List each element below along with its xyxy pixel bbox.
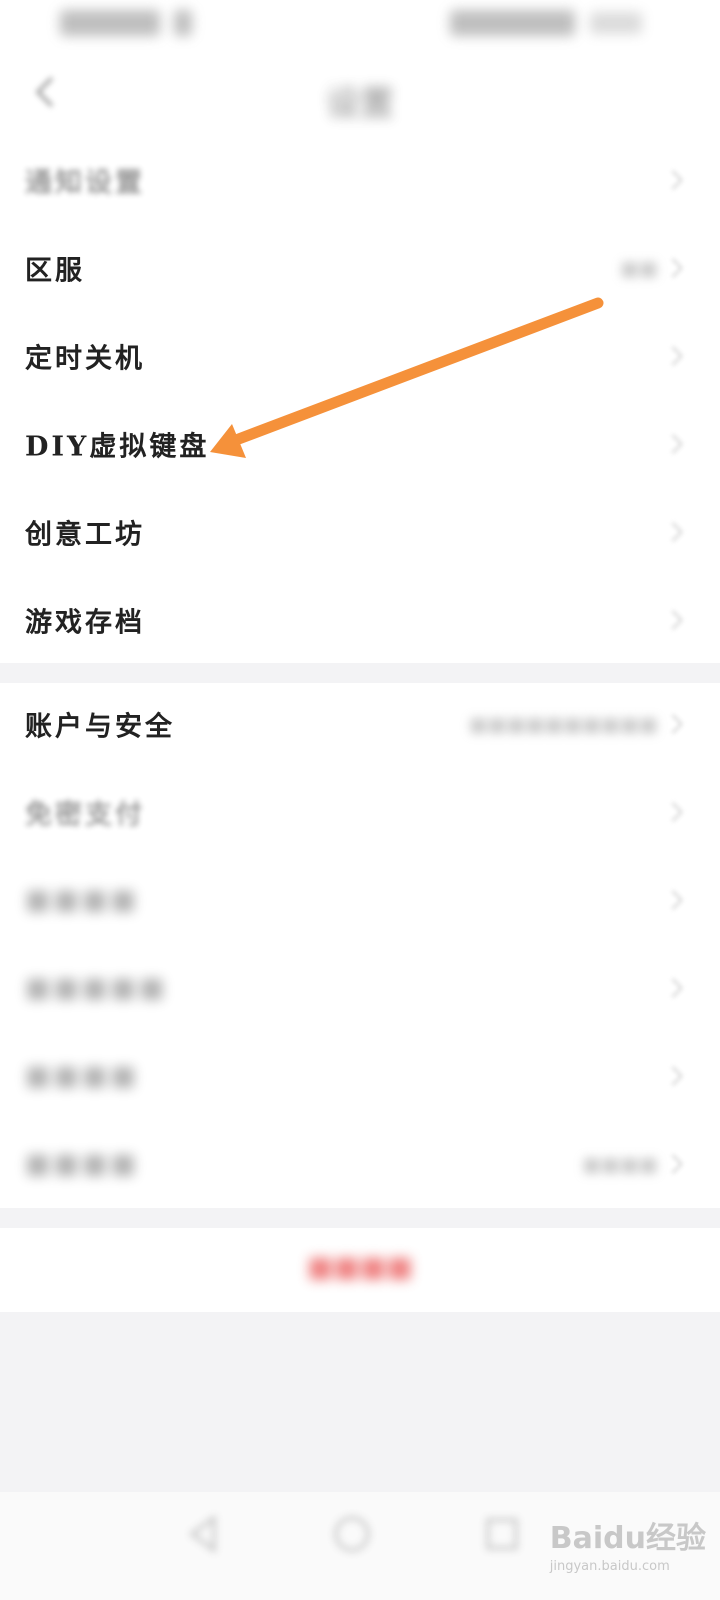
- status-right-blur: [450, 10, 575, 36]
- settings-row[interactable]: DIY虚拟键盘: [0, 400, 720, 488]
- watermark-main: Baidu经验: [549, 1521, 706, 1556]
- settings-row[interactable]: ■■■■■: [0, 944, 720, 1032]
- settings-row[interactable]: 区服 ■■: [0, 224, 720, 312]
- chevron-right-icon: [663, 978, 683, 998]
- logout-button[interactable]: ■■■■: [0, 1228, 720, 1312]
- chevron-right-icon: [663, 258, 683, 278]
- chevron-right-icon: [663, 610, 683, 630]
- chevron-right-icon: [663, 170, 683, 190]
- chevron-right-icon: [663, 346, 683, 366]
- settings-row-label: 创意工坊: [25, 519, 145, 551]
- settings-row[interactable]: 游戏存档: [0, 576, 720, 664]
- settings-row-value: ■■■■: [582, 1152, 658, 1176]
- settings-row[interactable]: 通知设置: [0, 136, 720, 224]
- settings-row-label: 游戏存档: [25, 607, 145, 639]
- header: 设置: [0, 50, 720, 140]
- settings-row-label: ■■■■: [25, 1148, 140, 1180]
- settings-row[interactable]: 创意工坊: [0, 488, 720, 576]
- section-divider-2: [0, 1208, 720, 1228]
- settings-row[interactable]: ■■■■ ■■■■: [0, 1120, 720, 1208]
- settings-row-label: ■■■■: [25, 1060, 140, 1092]
- status-right-blur-2: [590, 12, 642, 34]
- settings-row-label: 通知设置: [25, 167, 145, 199]
- nav-home-icon[interactable]: [330, 1512, 374, 1556]
- status-left-blur: [60, 10, 160, 36]
- chevron-right-icon: [663, 714, 683, 734]
- settings-row-label: ■■■■: [25, 884, 140, 916]
- settings-row-label: 免密支付: [25, 799, 145, 831]
- watermark-sub: jingyan.baidu.com: [549, 1559, 670, 1574]
- chevron-right-icon: [663, 1154, 683, 1174]
- settings-row-label: ■■■■■: [25, 972, 168, 1004]
- chevron-right-icon: [663, 1066, 683, 1086]
- chevron-right-icon: [663, 802, 683, 822]
- chevron-right-icon: [663, 890, 683, 910]
- nav-back-icon[interactable]: [182, 1512, 226, 1556]
- settings-row[interactable]: ■■■■: [0, 856, 720, 944]
- chevron-right-icon: [663, 434, 683, 454]
- settings-row-label: 定时关机: [25, 343, 145, 375]
- page-title: 设置: [326, 84, 394, 124]
- status-left-blur-2: [174, 10, 192, 36]
- system-nav-bar: Baidu经验 jingyan.baidu.com: [0, 1492, 720, 1600]
- settings-row-label: DIY虚拟键盘: [25, 431, 210, 463]
- settings-row-label: 区服: [25, 255, 85, 287]
- status-bar: [0, 0, 720, 50]
- settings-row[interactable]: 定时关机: [0, 312, 720, 400]
- logout-label: ■■■■: [307, 1250, 413, 1283]
- settings-row[interactable]: ■■■■: [0, 1032, 720, 1120]
- nav-recents-icon[interactable]: [480, 1512, 524, 1556]
- settings-row[interactable]: 免密支付: [0, 768, 720, 856]
- settings-row[interactable]: 账户与安全 ■■■■■■■■■■: [0, 680, 720, 768]
- settings-row-label: 账户与安全: [25, 711, 175, 743]
- baidu-watermark: Baidu经验 jingyan.baidu.com: [550, 1513, 706, 1574]
- settings-row-value: ■■■■■■■■■■: [469, 712, 658, 736]
- bottom-spacer: [0, 1312, 720, 1492]
- chevron-right-icon: [663, 522, 683, 542]
- settings-row-value: ■■: [620, 256, 658, 280]
